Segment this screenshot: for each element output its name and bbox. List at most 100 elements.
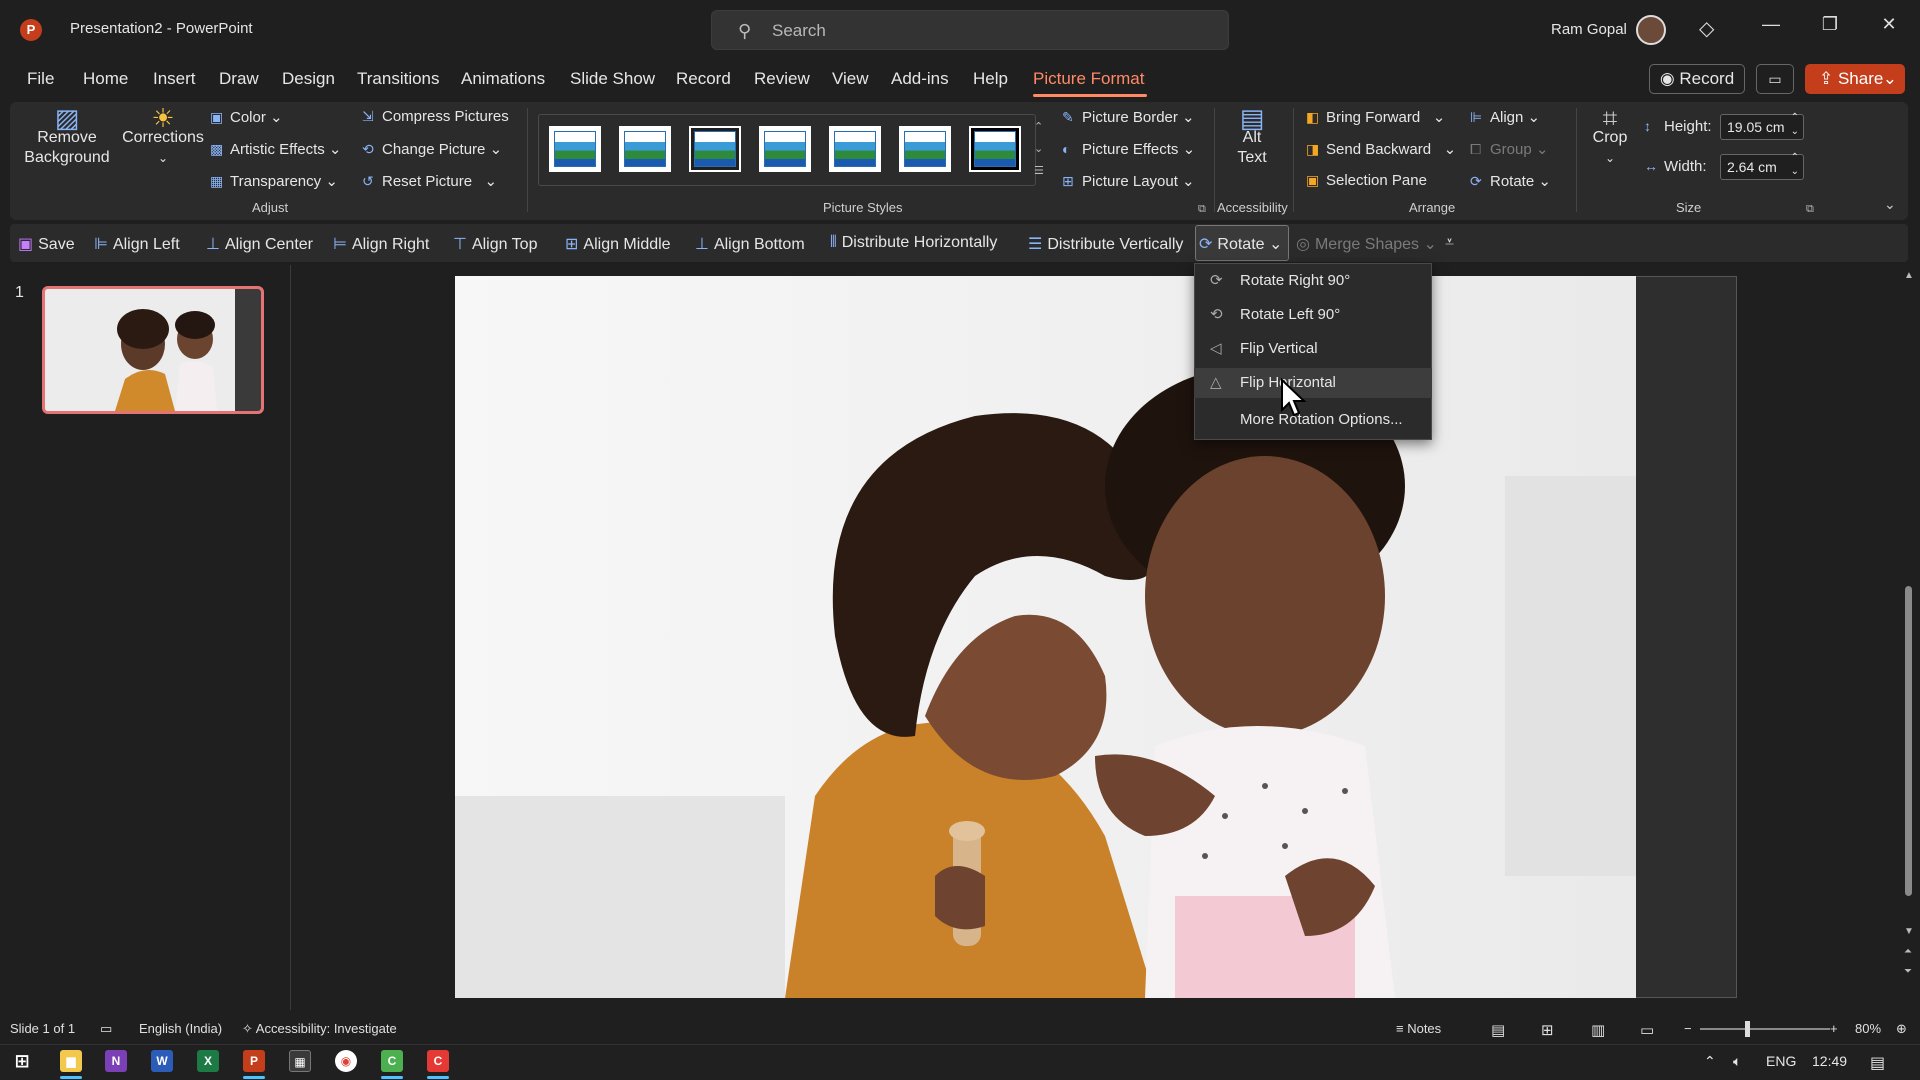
remove-background-button[interactable]: ▨ Remove Background — [24, 105, 110, 168]
chrome-icon[interactable]: ◉ — [335, 1050, 357, 1072]
picture-styles-launcher-icon[interactable]: ⧉ — [1198, 203, 1206, 216]
transparency-button[interactable]: ▦ Transparency ⌄ — [210, 172, 338, 190]
word-icon[interactable]: W — [151, 1050, 173, 1072]
scroll-down-icon[interactable]: ▼ — [1904, 926, 1914, 937]
camtasia-green-icon[interactable]: C — [381, 1050, 403, 1072]
align-button[interactable]: ⊫ Align ⌄ — [1470, 108, 1540, 126]
tab-draw[interactable]: Draw — [219, 69, 259, 89]
crop-button[interactable]: ⌗ Crop ⌄ — [1588, 105, 1632, 168]
share-dropdown-icon[interactable]: ⌄ — [1883, 64, 1897, 94]
rotate-ribbon-button[interactable]: ⟳ Rotate ⌄ — [1470, 172, 1551, 190]
align-left-button[interactable]: ⊫ Align Left — [94, 234, 180, 254]
tab-home[interactable]: Home — [83, 69, 128, 89]
color-button[interactable]: ▣ Color ⌄ — [210, 108, 283, 126]
picture-style-7[interactable] — [969, 126, 1021, 172]
scroll-up-icon[interactable]: ▲ — [1904, 270, 1914, 281]
merge-shapes-button[interactable]: ◎ Merge Shapes ⌄ — [1296, 234, 1437, 254]
zoom-in-icon[interactable]: + — [1830, 1021, 1838, 1036]
menu-item-flip-horizontal[interactable]: △ Flip Horizontal — [1194, 368, 1432, 398]
tab-animations[interactable]: Animations — [461, 69, 545, 89]
gallery-scroll-controls[interactable]: ⌃ ⌄ ☰ — [1034, 116, 1044, 182]
excel-icon[interactable]: X — [197, 1050, 219, 1072]
size-launcher-icon[interactable]: ⧉ — [1806, 203, 1814, 216]
distribute-horizontally-button[interactable]: ⫴ Distribute Horizontally — [830, 234, 997, 252]
selection-pane-button[interactable]: ▣ Selection Pane — [1306, 172, 1427, 189]
align-right-button[interactable]: ⊨ Align Right — [333, 234, 429, 254]
tab-design[interactable]: Design — [282, 69, 335, 89]
width-spinner-icon[interactable]: ⌃ ⌄ — [1791, 151, 1799, 179]
menu-item-more-rotation-options[interactable]: More Rotation Options... — [1194, 405, 1432, 435]
vertical-scrollbar[interactable]: ▲ ▼ ⏶ ⏷ — [1902, 270, 1916, 990]
share-button[interactable]: ⇪ Share ⌄ — [1805, 64, 1905, 94]
gallery-up-icon[interactable]: ⌃ — [1034, 116, 1044, 138]
zoom-slider[interactable] — [1700, 1028, 1830, 1030]
picture-style-5[interactable] — [829, 126, 881, 172]
onenote-icon[interactable]: N — [105, 1050, 127, 1072]
ribbon-expand-icon[interactable]: ⌄ — [1884, 196, 1896, 213]
previous-slide-icon[interactable]: ⏶ — [1904, 946, 1912, 957]
accessibility-status[interactable]: ✧ Accessibility: Investigate — [242, 1021, 397, 1037]
slide-thumbnail[interactable] — [42, 286, 264, 414]
picture-style-3[interactable] — [689, 126, 741, 172]
menu-item-rotate-right-90[interactable]: ⟳ Rotate Right 90° — [1194, 266, 1432, 296]
notes-button[interactable]: ≡ Notes — [1396, 1021, 1441, 1036]
premium-diamond-icon[interactable]: ◇ — [1699, 16, 1714, 41]
slide-picture[interactable] — [455, 276, 1636, 998]
corrections-button[interactable]: ☀ Corrections ⌄ — [122, 105, 204, 168]
reading-view-icon[interactable]: ▥ — [1591, 1021, 1605, 1039]
file-explorer-icon[interactable]: ▆ — [60, 1050, 82, 1072]
volume-icon[interactable]: 🔈︎ — [1733, 1053, 1741, 1070]
artistic-effects-button[interactable]: ▩ Artistic Effects ⌄ — [210, 140, 342, 158]
picture-border-button[interactable]: ✎ Picture Border ⌄ — [1062, 108, 1195, 126]
tab-transitions[interactable]: Transitions — [357, 69, 440, 89]
calculator-icon[interactable]: ▦ — [289, 1050, 311, 1072]
input-language[interactable]: ENG — [1766, 1053, 1796, 1069]
picture-layout-button[interactable]: ⊞ Picture Layout ⌄ — [1062, 172, 1195, 190]
gallery-down-icon[interactable]: ⌄ — [1034, 138, 1044, 160]
compress-pictures-button[interactable]: ⇲ Compress Pictures — [362, 108, 509, 125]
height-input[interactable]: 19.05 cm ⌃ ⌄ — [1720, 112, 1804, 140]
tab-insert[interactable]: Insert — [153, 69, 196, 89]
powerpoint-icon[interactable]: P — [243, 1050, 265, 1072]
notifications-icon[interactable]: ▤ — [1870, 1053, 1885, 1073]
align-middle-button[interactable]: ⊞ Align Middle — [565, 234, 671, 254]
width-input[interactable]: 2.64 cm ⌃ ⌄ — [1720, 151, 1804, 180]
picture-effects-button[interactable]: ◐ Picture Effects ⌄ — [1062, 140, 1195, 158]
next-slide-icon[interactable]: ⏷ — [1904, 966, 1912, 977]
align-top-button[interactable]: ⊤ Align Top — [453, 234, 537, 254]
align-center-button[interactable]: ⊥ Align Center — [206, 234, 313, 254]
tab-view[interactable]: View — [832, 69, 869, 89]
clock-time[interactable]: 12:49 — [1812, 1053, 1847, 1069]
tab-review[interactable]: Review — [754, 69, 810, 89]
language-indicator[interactable]: English (India) — [139, 1021, 222, 1036]
menu-item-rotate-left-90[interactable]: ⟲ Rotate Left 90° — [1194, 300, 1432, 330]
picture-style-2[interactable] — [619, 126, 671, 172]
send-backward-button[interactable]: ◨ Send Backward ⌄ — [1306, 140, 1456, 158]
fit-to-window-icon[interactable]: ⊕ — [1896, 1021, 1907, 1037]
menu-item-flip-vertical[interactable]: ◁ Flip Vertical — [1194, 334, 1432, 364]
reset-picture-button[interactable]: ↺ Reset Picture ⌄ — [362, 172, 497, 190]
record-button[interactable]: ◉ Record — [1649, 64, 1745, 94]
tab-file[interactable]: File — [27, 69, 54, 89]
rotate-qat-button[interactable]: ⟳ Rotate ⌄ — [1199, 234, 1282, 254]
tab-slide-show[interactable]: Slide Show — [570, 69, 655, 89]
tab-picture-format[interactable]: Picture Format — [1033, 69, 1144, 89]
user-name[interactable]: Ram Gopal — [1551, 21, 1627, 38]
zoom-level[interactable]: 80% — [1855, 1021, 1881, 1036]
slide-show-icon[interactable]: ▭ — [1640, 1021, 1654, 1039]
picture-style-6[interactable] — [899, 126, 951, 172]
windows-start-icon[interactable]: ⊞ — [11, 1050, 33, 1072]
tray-overflow-icon[interactable]: ⌃ — [1704, 1053, 1716, 1070]
picture-style-4[interactable] — [759, 126, 811, 172]
search-input[interactable]: ⚲ Search — [711, 10, 1229, 50]
restore-icon[interactable]: ❐ — [1815, 14, 1845, 35]
zoom-slider-thumb[interactable] — [1745, 1021, 1750, 1037]
save-button[interactable]: ▣ Save — [18, 234, 75, 254]
tab-record[interactable]: Record — [676, 69, 731, 89]
align-bottom-button[interactable]: ⊥ Align Bottom — [695, 234, 805, 254]
bring-forward-button[interactable]: ◧ Bring Forward ⌄ — [1306, 108, 1445, 126]
distribute-vertically-button[interactable]: ☰ Distribute Vertically — [1028, 234, 1183, 254]
group-button[interactable]: ⧠ Group ⌄ — [1470, 140, 1548, 158]
zoom-out-icon[interactable]: − — [1684, 1021, 1692, 1036]
scroll-thumb[interactable] — [1905, 586, 1912, 896]
